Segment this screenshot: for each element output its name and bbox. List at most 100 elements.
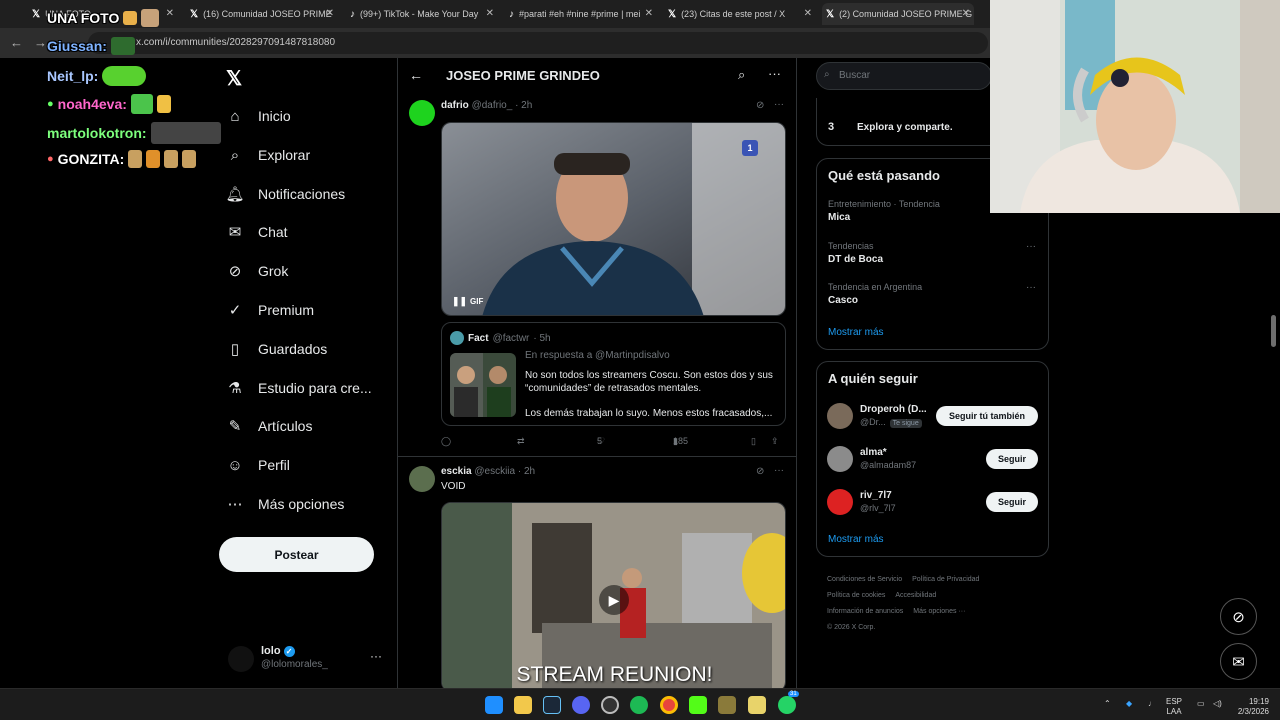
security-icon[interactable]: ◆ — [1126, 699, 1132, 709]
trend-item[interactable]: Casco — [828, 295, 858, 306]
volume-icon[interactable]: ◁) — [1213, 699, 1222, 709]
emote-icon — [141, 9, 160, 27]
follow-suggestion[interactable]: riv_7l7 @rlv_7l7 Seguir — [827, 489, 1039, 517]
suggestion-name: alma* — [860, 447, 887, 458]
post[interactable]: dafrio @dafrio_ · 2h ⊘ ··· 1 ❚❚ GIF Fact… — [398, 94, 796, 459]
nav-item-guardados[interactable]: ▯ Guardados — [226, 337, 327, 361]
x-logo-icon[interactable]: 𝕏 — [226, 66, 242, 91]
more-icon[interactable]: ··· — [1026, 241, 1036, 252]
step-text[interactable]: Explora y comparte. — [857, 122, 953, 133]
nav-item-grok[interactable]: ⊘ Grok — [226, 259, 289, 283]
nav-item-notificaciones[interactable]: 🔔︎ Notificaciones — [225, 182, 345, 206]
file-explorer-icon[interactable] — [514, 696, 532, 714]
back-arrow-icon[interactable]: ← — [10, 35, 23, 50]
share-icon[interactable]: ⇪ — [771, 436, 779, 447]
footer-link[interactable]: Política de cookies — [827, 592, 885, 599]
chrome-icon[interactable] — [660, 696, 678, 714]
spotify-icon[interactable] — [630, 696, 648, 714]
app-icon[interactable] — [718, 696, 736, 714]
reply-icon[interactable]: ◯ — [441, 436, 451, 447]
address-bar[interactable]: x.com/i/communities/2028297091487818080 — [88, 32, 988, 54]
footer-link[interactable]: Información de anuncios — [827, 608, 903, 615]
nav-item-explorar[interactable]: ⌕ Explorar — [226, 143, 310, 167]
post-author[interactable]: esckia — [441, 466, 472, 477]
footer-link[interactable]: Condiciones de Servicio — [827, 576, 902, 583]
close-tab-icon[interactable]: ✕ — [645, 8, 653, 19]
mic-icon[interactable]: ♩ — [1148, 699, 1156, 709]
gif-media[interactable]: 1 ❚❚ GIF — [441, 122, 786, 316]
avatar — [228, 646, 254, 672]
scrollbar[interactable] — [1271, 315, 1276, 347]
more-icon[interactable]: ··· — [1026, 282, 1036, 293]
post-text: VOID — [441, 481, 466, 492]
grok-button[interactable]: ⊘ — [1220, 598, 1257, 635]
messages-button[interactable]: ✉ — [1220, 643, 1257, 680]
nav-item-inicio[interactable]: ⌂ Inicio — [226, 104, 290, 128]
steam-icon[interactable] — [543, 696, 561, 714]
post[interactable]: esckia @esckiia · 2h VOID ⊘ ··· ▶ STREAM… — [398, 458, 796, 688]
kick-icon[interactable] — [689, 696, 707, 714]
close-tab-icon[interactable]: ✕ — [486, 8, 494, 19]
clock[interactable]: 19:19 2/3/2026 — [1233, 697, 1269, 717]
nav-item-mas-opciones[interactable]: ⋯ Más opciones — [226, 492, 345, 516]
obs-icon[interactable] — [601, 696, 619, 714]
account-switcher[interactable]: lolo ✓ @lolomorales_ ··· — [228, 643, 388, 677]
show-more-link[interactable]: Mostrar más — [828, 327, 884, 338]
notepad-icon[interactable] — [748, 696, 766, 714]
nav-item-premium[interactable]: ✓ Premium — [226, 298, 314, 322]
nav-item-chat[interactable]: ✉ Chat — [226, 220, 288, 244]
footer-link[interactable]: Más opciones ··· — [913, 608, 965, 615]
footer-link[interactable]: Accesibilidad — [895, 592, 936, 599]
more-icon[interactable]: ··· — [370, 649, 382, 663]
close-tab-icon[interactable]: ✕ — [166, 8, 174, 19]
more-icon[interactable]: ··· — [768, 66, 781, 81]
close-tab-icon[interactable]: ✕ — [326, 8, 334, 19]
follow-button[interactable]: Seguir — [986, 492, 1038, 512]
browser-tab[interactable]: ♪ #parati #eh #nine #prime | mei ✕ — [505, 3, 657, 25]
follow-button[interactable]: Seguir — [986, 449, 1038, 469]
forward-arrow-icon[interactable]: → — [34, 35, 47, 50]
grok-icon: ⊘ — [1232, 608, 1245, 626]
trend-item[interactable]: Mica — [828, 212, 850, 223]
browser-tab[interactable]: ♪ (99+) TikTok - Make Your Day ✕ — [346, 3, 498, 25]
close-tab-icon[interactable]: ✕ — [962, 8, 970, 19]
trend-meta: Entretenimiento · Tendencia — [828, 199, 940, 209]
footer-link[interactable]: Política de Privacidad — [912, 576, 979, 583]
avatar[interactable] — [409, 466, 435, 492]
grok-icon[interactable]: ⊘ — [756, 466, 764, 477]
pause-icon[interactable]: ❚❚ — [452, 296, 467, 307]
follow-suggestion[interactable]: Droperoh (D... @Dr... Te sigue Seguir tú … — [827, 403, 1039, 431]
browser-tab[interactable]: 𝕏 (16) Comunidad JOSEO PRIME ✕ — [186, 3, 338, 25]
avatar[interactable] — [409, 100, 435, 126]
play-icon[interactable]: ▶ — [599, 585, 629, 615]
browser-tab[interactable]: 𝕏 (23) Citas de este post / X ✕ — [664, 3, 816, 25]
close-tab-icon[interactable]: ✕ — [804, 8, 812, 19]
back-arrow-icon[interactable]: ← — [409, 67, 423, 83]
show-more-link[interactable]: Mostrar más — [828, 534, 884, 545]
post-author[interactable]: dafrio — [441, 100, 469, 111]
bookmark-icon[interactable]: ▯ — [751, 436, 756, 447]
chat-line: Neit_lp: — [47, 66, 147, 86]
follow-button[interactable]: Seguir tú también — [936, 406, 1038, 426]
start-icon[interactable] — [485, 696, 503, 714]
video-media[interactable]: ▶ STREAM REUNION! — [441, 502, 786, 688]
discord-icon[interactable] — [572, 696, 590, 714]
follow-suggestion[interactable]: alma* @almadam87 Seguir — [827, 446, 1039, 474]
browser-tab-active[interactable]: 𝕏 (2) Comunidad JOSEO PRIME G ✕ — [822, 3, 974, 25]
nav-item-perfil[interactable]: ☺ Perfil — [226, 453, 290, 477]
post-button[interactable]: Postear — [219, 537, 374, 572]
trend-item[interactable]: DT de Boca — [828, 254, 883, 265]
search-icon[interactable]: ⌕ — [738, 67, 745, 83]
nav-item-articulos[interactable]: ✎ Artículos — [226, 414, 313, 438]
quoted-post[interactable]: Fact @factwr · 5h En respuesta a @Martin… — [441, 322, 786, 426]
whatsapp-icon[interactable] — [778, 696, 796, 714]
repost-icon[interactable]: ⇄ — [517, 436, 525, 447]
search-input[interactable]: ⌕ Buscar — [816, 62, 992, 90]
nav-item-estudio[interactable]: ⚗ Estudio para cre... — [226, 376, 371, 400]
network-icon[interactable]: ▭ — [1197, 699, 1205, 709]
grok-icon[interactable]: ⊘ — [756, 100, 764, 111]
more-icon[interactable]: ··· — [774, 465, 784, 476]
more-icon[interactable]: ··· — [774, 99, 784, 110]
language-indicator[interactable]: ESP LAA — [1166, 697, 1182, 717]
chevron-up-icon[interactable]: ⌃ — [1104, 699, 1111, 709]
